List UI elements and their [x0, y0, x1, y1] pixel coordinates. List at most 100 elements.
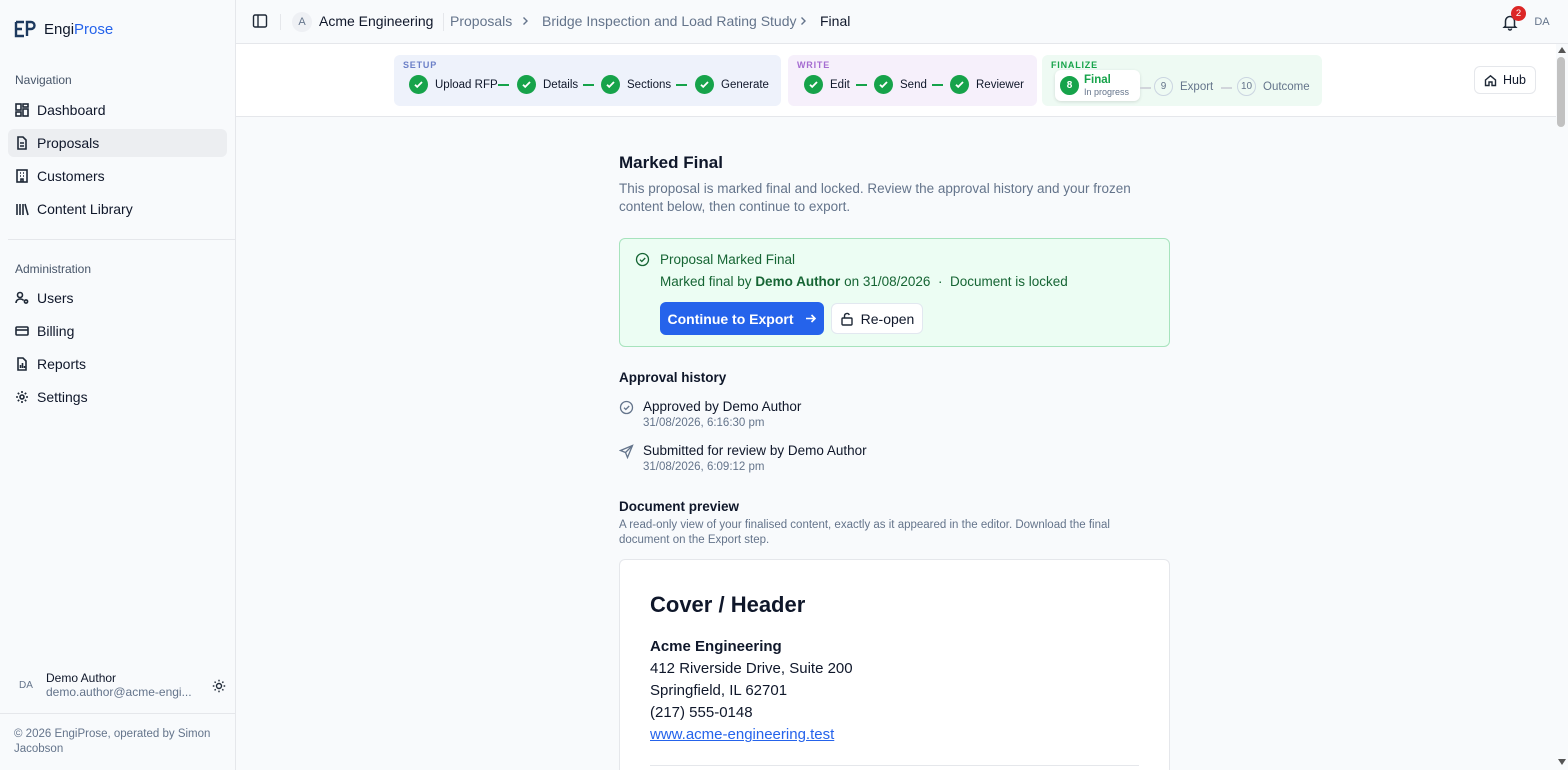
- dashboard-icon: [15, 103, 29, 117]
- sidebar-item-reports[interactable]: Reports: [8, 350, 227, 378]
- user-name: Demo Author: [46, 671, 117, 685]
- avatar: DA: [19, 680, 33, 691]
- step-group-setup: SETUP Upload RFP Details Sections Genera…: [394, 55, 781, 106]
- meta-author: Demo Author: [755, 274, 841, 289]
- hub-button[interactable]: Hub: [1474, 66, 1536, 94]
- step-label: Reviewer: [976, 78, 1024, 91]
- chevron-right-icon: [523, 17, 528, 25]
- sidebar-item-content-library[interactable]: Content Library: [8, 195, 227, 223]
- step-group-label: WRITE: [797, 60, 830, 70]
- breadcrumb-current: Final: [820, 13, 851, 29]
- notification-badge: 2: [1511, 6, 1526, 21]
- step-outcome[interactable]: 10 Outcome: [1237, 77, 1310, 96]
- step-group-label: SETUP: [403, 60, 438, 70]
- step-label: Sections: [627, 78, 672, 91]
- workflow-stepper: SETUP Upload RFP Details Sections Genera…: [236, 44, 1556, 117]
- scrollbar-thumb[interactable]: [1557, 57, 1565, 127]
- unlock-icon: [840, 312, 853, 326]
- step-sections[interactable]: Sections: [601, 75, 671, 94]
- step-connector: [1140, 87, 1151, 89]
- sidebar-item-dashboard[interactable]: Dashboard: [8, 96, 227, 124]
- history-date: 31/08/2026, 6:09:12 pm: [643, 461, 765, 473]
- credit-card-icon: [15, 326, 29, 336]
- step-edit[interactable]: Edit: [804, 75, 850, 94]
- step-label: Export: [1180, 80, 1214, 93]
- continue-to-export-button[interactable]: Continue to Export: [660, 302, 824, 335]
- sidebar-item-label: Reports: [37, 356, 87, 372]
- doc-address-block: Acme Engineering 412 Riverside Drive, Su…: [650, 636, 853, 746]
- scroll-up-icon[interactable]: [1557, 46, 1567, 54]
- history-text: Submitted for review by Demo Author: [643, 443, 867, 458]
- doc-address-line: Springfield, IL 62701: [650, 682, 788, 699]
- scroll-down-icon[interactable]: [1557, 758, 1567, 766]
- brand[interactable]: EngiProse: [14, 18, 113, 40]
- history-item: Approved by Demo Author 31/08/2026, 6:16…: [619, 399, 801, 429]
- divider: [443, 13, 444, 31]
- chevron-right-icon: [801, 17, 806, 25]
- arrow-right-icon: [805, 314, 816, 323]
- button-label: Re-open: [860, 310, 915, 327]
- doc-website-link[interactable]: www.acme-engineering.test: [650, 724, 853, 746]
- user-avatar[interactable]: DA: [1531, 11, 1553, 33]
- sidebar-item-settings[interactable]: Settings: [8, 383, 227, 411]
- divider: [280, 14, 281, 30]
- check-icon: [517, 75, 536, 94]
- step-group-write: WRITE Edit Send Reviewer: [788, 55, 1037, 106]
- sidebar-toggle-icon[interactable]: [252, 13, 268, 29]
- sidebar-item-label: Dashboard: [37, 102, 106, 118]
- check-circle-icon: [619, 400, 634, 415]
- reopen-button[interactable]: Re-open: [831, 303, 923, 334]
- step-connector: [856, 84, 867, 86]
- hub-label: Hub: [1503, 73, 1526, 87]
- step-number: 9: [1154, 77, 1173, 96]
- home-icon: [1484, 74, 1497, 86]
- breadcrumb-proposals[interactable]: Proposals: [450, 13, 512, 29]
- footer-divider: [0, 713, 236, 714]
- library-icon: [16, 203, 29, 216]
- sidebar-item-customers[interactable]: Customers: [8, 162, 227, 190]
- step-connector: [1221, 87, 1232, 89]
- doc-phone: (217) 555-0148: [650, 704, 753, 721]
- step-connector: [583, 84, 594, 86]
- step-final-current[interactable]: 8 Final In progress: [1055, 70, 1140, 101]
- step-export[interactable]: 9 Export: [1154, 77, 1213, 96]
- step-label: Details: [543, 78, 579, 91]
- user-profile[interactable]: DA Demo Author demo.author@acme-engi...: [14, 671, 228, 700]
- sidebar-item-label: Settings: [37, 389, 88, 405]
- sidebar-item-users[interactable]: Users: [8, 284, 227, 312]
- send-icon: [619, 444, 634, 459]
- meta-prefix: Marked final by: [660, 274, 752, 289]
- check-icon: [950, 75, 969, 94]
- org-avatar: A: [292, 12, 312, 32]
- check-icon: [601, 75, 620, 94]
- doc-company: Acme Engineering: [650, 638, 782, 655]
- report-icon: [17, 357, 27, 371]
- breadcrumb-proposal[interactable]: Bridge Inspection and Load Rating Study: [542, 13, 797, 29]
- step-label: Outcome: [1263, 80, 1310, 93]
- step-reviewer[interactable]: Reviewer: [950, 75, 1024, 94]
- step-upload-rfp[interactable]: Upload RFP: [409, 75, 498, 94]
- step-send[interactable]: Send: [874, 75, 927, 94]
- sun-icon: [212, 679, 226, 692]
- document-preview-note: A read-only view of your finalised conte…: [619, 519, 1110, 546]
- step-connector: [498, 84, 509, 86]
- sidebar-item-label: Content Library: [37, 201, 133, 217]
- sidebar-item-billing[interactable]: Billing: [8, 317, 227, 345]
- document-preview: Cover / Header Acme Engineering 412 Rive…: [619, 559, 1170, 770]
- check-icon: [804, 75, 823, 94]
- approval-history-title: Approval history: [619, 370, 727, 385]
- step-number: 10: [1237, 77, 1256, 96]
- org-name[interactable]: Acme Engineering: [319, 13, 433, 29]
- page-description: This proposal is marked final and locked…: [619, 181, 1131, 214]
- step-label: Edit: [830, 78, 850, 91]
- topbar: A Acme Engineering Proposals Bridge Insp…: [236, 0, 1568, 44]
- sidebar-item-proposals[interactable]: Proposals: [8, 129, 227, 157]
- step-generate[interactable]: Generate: [695, 75, 769, 94]
- user-email: demo.author@acme-engi...: [46, 685, 192, 699]
- brand-name: EngiProse: [44, 20, 114, 38]
- step-connector: [676, 84, 687, 86]
- theme-toggle-button[interactable]: [210, 677, 228, 695]
- scrollbar[interactable]: [1556, 44, 1568, 770]
- step-details[interactable]: Details: [517, 75, 578, 94]
- sidebar-item-label: Users: [37, 290, 74, 306]
